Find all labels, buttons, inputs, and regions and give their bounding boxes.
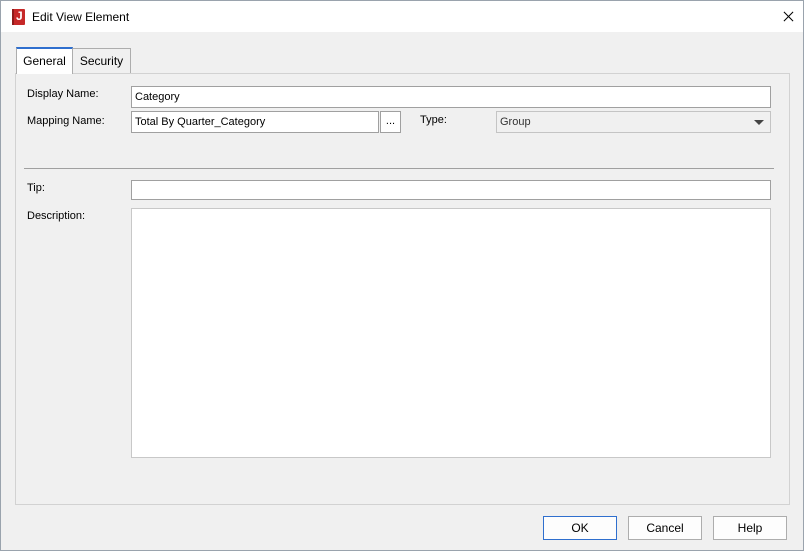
separator [24,168,774,169]
app-icon [12,9,25,25]
description-label: Description: [27,210,86,222]
browse-mapping-button[interactable]: ... [380,111,401,133]
title-bar: Edit View Element [1,1,803,32]
tip-label: Tip: [27,182,45,194]
tab-security[interactable]: Security [72,48,131,74]
edit-view-element-dialog: Edit View Element General Security Displ… [0,0,804,551]
chevron-down-icon [754,120,764,125]
description-textarea[interactable] [131,208,771,458]
mapping-name-input[interactable]: Total By Quarter_Category [131,111,379,133]
help-button[interactable]: Help [713,516,787,540]
tab-general[interactable]: General [16,47,73,74]
type-select-value: Group [500,116,531,128]
ok-button[interactable]: OK [543,516,617,540]
tip-input[interactable] [131,180,771,200]
mapping-name-label: Mapping Name: [27,115,105,127]
close-icon[interactable] [773,1,803,32]
display-name-input[interactable]: Category [131,86,771,108]
window-title: Edit View Element [32,10,130,24]
type-select[interactable]: Group [496,111,771,133]
cancel-button[interactable]: Cancel [628,516,702,540]
type-label: Type: [420,114,447,126]
display-name-label: Display Name: [27,88,99,100]
